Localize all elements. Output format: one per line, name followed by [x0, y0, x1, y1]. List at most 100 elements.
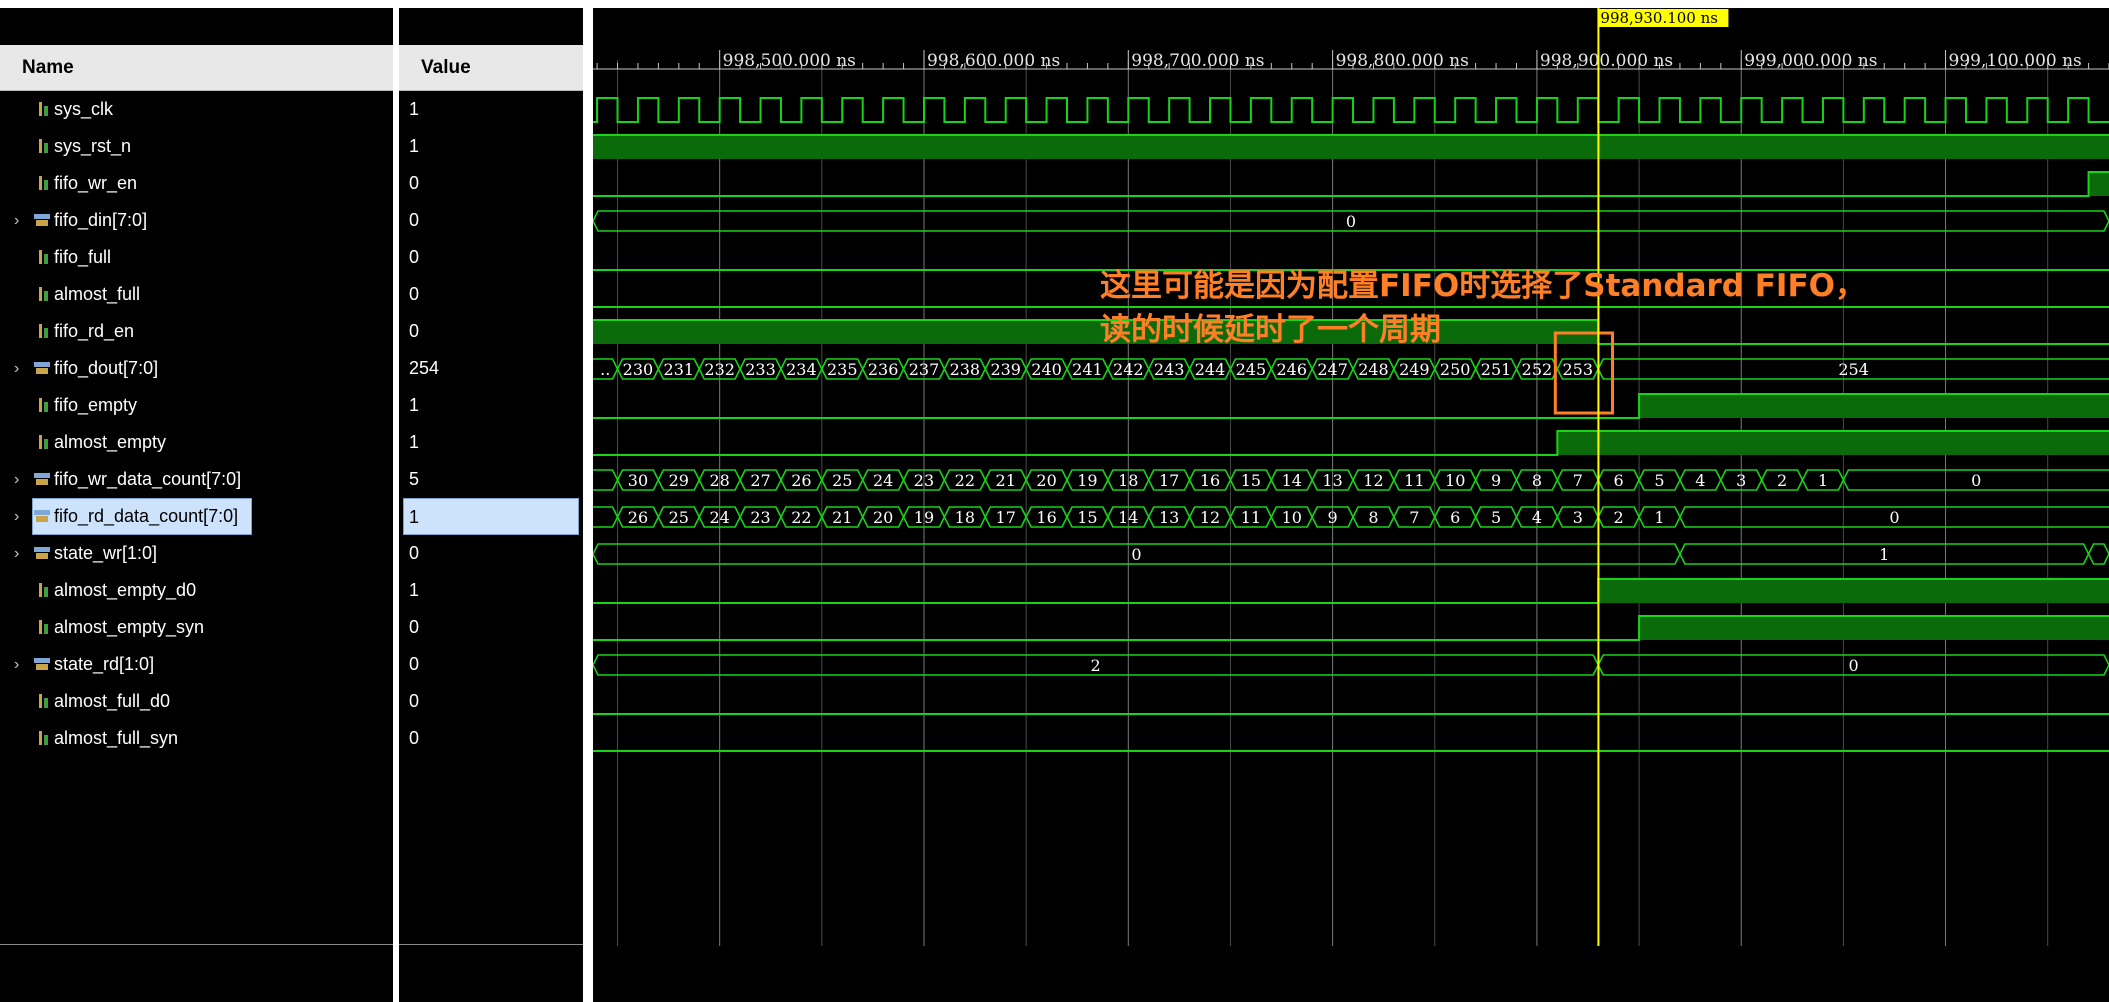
- signal-value-state-wr[interactable]: 0: [409, 535, 579, 572]
- bus-value-label: 27: [750, 471, 770, 490]
- bus-value-label: 243: [1154, 360, 1185, 379]
- time-ruler-label: 998,600.000 ns: [927, 51, 1060, 71]
- signal-value-almost-empty[interactable]: 1: [409, 424, 579, 461]
- bus-segment: [2087, 543, 2109, 565]
- bus-segment: [593, 469, 619, 491]
- signal-name-label: almost_full: [54, 284, 141, 304]
- bit-signal-icon: [39, 398, 48, 412]
- bus-signal-icon: [34, 362, 50, 374]
- expand-chevron-icon[interactable]: ›: [14, 350, 19, 387]
- cursor-time-label: 998,930.100 ns: [1600, 9, 1718, 27]
- signal-value-fifo-din[interactable]: 0: [409, 202, 579, 239]
- signal-name-label: fifo_dout[7:0]: [54, 358, 159, 378]
- bus-value-label: 237: [909, 360, 940, 379]
- bus-value-label: 23: [914, 471, 934, 490]
- bus-value-label: 15: [1077, 508, 1097, 527]
- bus-segment: [593, 506, 619, 528]
- signal-name-label: sys_rst_n: [54, 136, 132, 156]
- signal-value-fifo-dout[interactable]: 254: [409, 350, 579, 387]
- expand-chevron-icon[interactable]: ›: [14, 535, 19, 572]
- bus-value-label: 242: [1113, 360, 1144, 379]
- value-column-header[interactable]: Value: [399, 45, 583, 91]
- signal-name-label: sys_clk: [54, 99, 114, 119]
- signal-row-fifo-rd-data-count[interactable]: › fifo_rd_data_count[7:0]: [0, 498, 393, 535]
- annotation-text-line-2: 读的时候延时了一个周期: [1100, 312, 1441, 348]
- signal-row-fifo-empty[interactable]: fifo_empty: [0, 387, 393, 424]
- signal-name-label: state_wr[1:0]: [54, 543, 158, 563]
- annotation-text-line-1: 这里可能是因为配置FIFO时选择了Standard FIFO，: [1100, 268, 1866, 304]
- bus-value-label: 235: [827, 360, 858, 379]
- signal-row-almost-full-syn[interactable]: almost_full_syn: [0, 720, 393, 757]
- signal-row-almost-empty-d0[interactable]: almost_empty_d0: [0, 572, 393, 609]
- signal-row-sys-rst-n[interactable]: sys_rst_n: [0, 128, 393, 165]
- bus-value-label: 17: [1159, 471, 1179, 490]
- bus-value-label: 252: [1522, 360, 1553, 379]
- expand-chevron-icon[interactable]: ›: [14, 646, 19, 683]
- bus-value-label: 1: [1654, 508, 1664, 527]
- signal-row-sys-clk[interactable]: sys_clk: [0, 91, 393, 128]
- signal-name-label: almost_empty: [54, 432, 167, 452]
- signal-row-state-rd[interactable]: › state_rd[1:0]: [0, 646, 393, 683]
- signal-value-sys-rst-n[interactable]: 1: [409, 128, 579, 165]
- time-ruler-label: 998,700.000 ns: [1131, 51, 1264, 71]
- bus-value-label: 244: [1195, 360, 1226, 379]
- bus-value-label: 2: [1777, 471, 1787, 490]
- signal-value-almost-full-d0[interactable]: 0: [409, 683, 579, 720]
- signal-row-almost-full-d0[interactable]: almost_full_d0: [0, 683, 393, 720]
- bus-value-label: 5: [1654, 471, 1664, 490]
- signal-value-fifo-rd-data-count[interactable]: 1: [403, 498, 579, 535]
- signal-row-state-wr[interactable]: › state_wr[1:0]: [0, 535, 393, 572]
- bus-value-label: 24: [873, 471, 893, 490]
- wave-high-fill: [1639, 394, 2109, 418]
- bus-value-label: 11: [1241, 508, 1261, 527]
- signal-row-fifo-din[interactable]: › fifo_din[7:0]: [0, 202, 393, 239]
- waveform-panel[interactable]: 998,500.000 ns 998,600.000 ns 998,700.000 …: [593, 8, 2109, 1002]
- signal-value-fifo-wr-en[interactable]: 0: [409, 165, 579, 202]
- signal-value-almost-full-syn[interactable]: 0: [409, 720, 579, 757]
- signal-row-fifo-dout[interactable]: › fifo_dout[7:0]: [0, 350, 393, 387]
- bus-value-label: 6: [1614, 471, 1624, 490]
- signal-value-almost-full[interactable]: 0: [409, 276, 579, 313]
- bus-value-label: 248: [1358, 360, 1389, 379]
- bus-value-label: 24: [709, 508, 729, 527]
- bit-signal-icon: [39, 694, 48, 708]
- signal-value-fifo-full[interactable]: 0: [409, 239, 579, 276]
- signal-row-almost-empty-syn[interactable]: almost_empty_syn: [0, 609, 393, 646]
- signal-row-almost-empty[interactable]: almost_empty: [0, 424, 393, 461]
- signal-value-almost-empty-syn[interactable]: 0: [409, 609, 579, 646]
- signal-value-almost-empty-d0[interactable]: 1: [409, 572, 579, 609]
- signal-name-label: fifo_empty: [54, 395, 138, 415]
- signal-row-fifo-wr-en[interactable]: fifo_wr_en: [0, 165, 393, 202]
- bus-value-label: 12: [1200, 508, 1220, 527]
- expand-chevron-icon[interactable]: ›: [14, 498, 19, 535]
- expand-chevron-icon[interactable]: ›: [14, 461, 19, 498]
- expand-chevron-icon[interactable]: ›: [14, 202, 19, 239]
- value-wave-splitter[interactable]: [583, 8, 593, 1002]
- bus-value-label: 25: [832, 471, 852, 490]
- signal-value-state-rd[interactable]: 0: [409, 646, 579, 683]
- signal-row-fifo-wr-data-count[interactable]: › fifo_wr_data_count[7:0]: [0, 461, 393, 498]
- name-column-header[interactable]: Name: [0, 45, 393, 91]
- bus-value-label: 245: [1236, 360, 1267, 379]
- signal-name-label: fifo_din[7:0]: [54, 210, 148, 230]
- bus-value-label: 2: [1614, 508, 1624, 527]
- time-ruler-label: 998,500.000 ns: [723, 51, 856, 71]
- bus-value-label: 25: [669, 508, 689, 527]
- signal-row-fifo-rd-en[interactable]: fifo_rd_en: [0, 313, 393, 350]
- bus-value-label: 0: [1889, 508, 1899, 527]
- signal-value-sys-clk[interactable]: 1: [409, 91, 579, 128]
- signal-value-fifo-empty[interactable]: 1: [409, 387, 579, 424]
- bus-value-label: 12: [1363, 471, 1383, 490]
- title-strip: [0, 0, 2109, 8]
- time-ruler-label: 998,900.000 ns: [1540, 51, 1673, 71]
- signal-row-fifo-full[interactable]: fifo_full: [0, 239, 393, 276]
- bus-value-label: 19: [914, 508, 934, 527]
- wave-high-fill: [1639, 616, 2109, 640]
- signal-row-almost-full[interactable]: almost_full: [0, 276, 393, 313]
- bus-value-label: 14: [1282, 471, 1302, 490]
- signal-value-fifo-rd-en[interactable]: 0: [409, 313, 579, 350]
- bus-value-label: 19: [1077, 471, 1097, 490]
- signal-value-fifo-wr-data-count[interactable]: 5: [409, 461, 579, 498]
- bus-value-label: 231: [664, 360, 695, 379]
- time-ruler-label: 999,100.000 ns: [1949, 51, 2082, 71]
